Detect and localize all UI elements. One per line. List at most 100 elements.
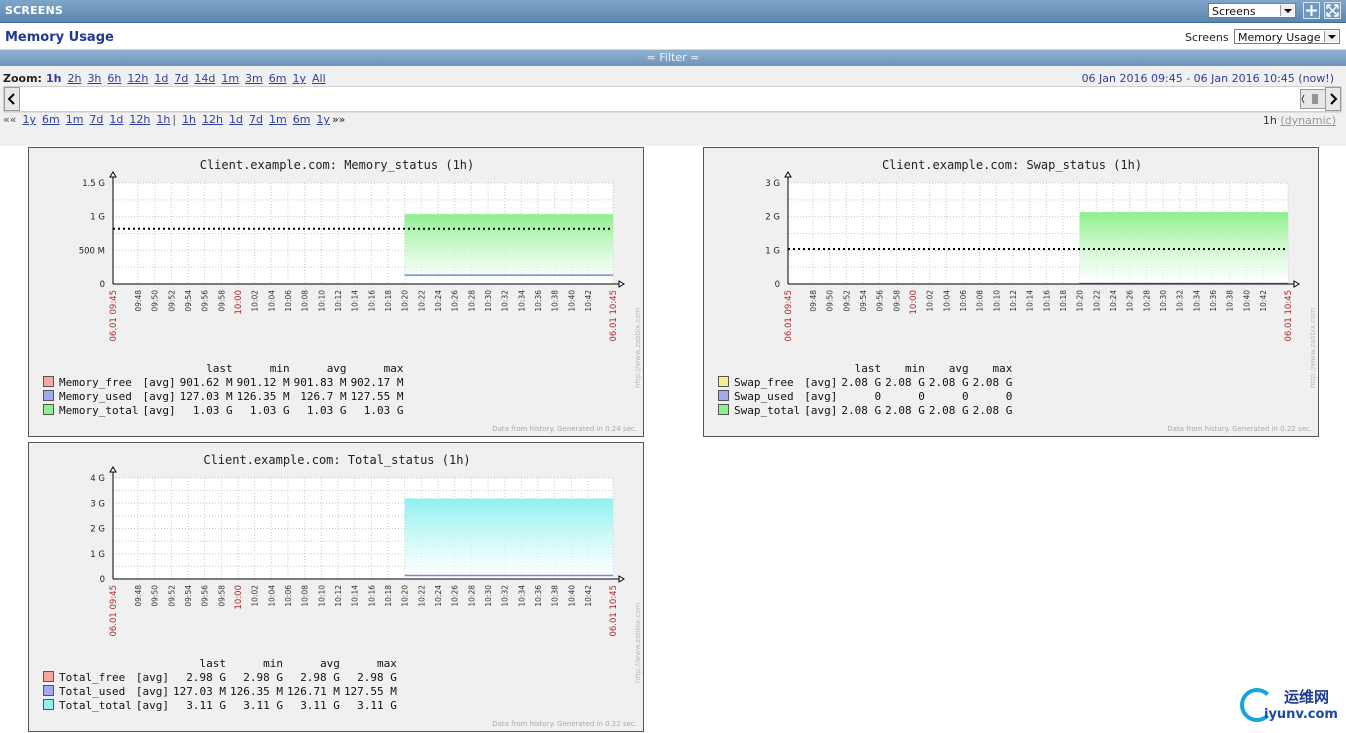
legend-last: 0: [874, 389, 882, 403]
x-tick-label: 10:20: [401, 290, 410, 312]
legend-last: 3.11 G: [186, 698, 226, 712]
y-tick-label: 500 M: [79, 246, 105, 256]
zoom-1y[interactable]: 1y: [292, 72, 306, 85]
legend-row: Total_free [avg] 2.98 G 2.98 G 2.98 G 2.98 G: [41, 670, 399, 684]
legend-max: 0: [1005, 389, 1013, 403]
zoom-2h[interactable]: 2h: [67, 72, 81, 85]
nav-back-6m[interactable]: 6m: [42, 113, 60, 126]
nav-back-1m[interactable]: 1m: [66, 113, 84, 126]
legend-avg: 126.7 M: [300, 389, 347, 403]
x-tick-label: 10:34: [517, 585, 526, 607]
swap-status-graph[interactable]: 0 1 G 2 G 3 G 06.01 09:45 09:48 09:50 09:52 09:5…: [703, 147, 1319, 437]
zoom-1d[interactable]: 1d: [154, 72, 168, 85]
zoom-current: 1h: [45, 72, 62, 85]
zoom-6h[interactable]: 6h: [107, 72, 121, 85]
x-tick-label: 10:18: [1059, 290, 1068, 312]
zoom-7d[interactable]: 7d: [174, 72, 188, 85]
x-tick-label: 09:58: [892, 290, 901, 312]
screen-select[interactable]: Memory Usage: [1234, 29, 1340, 44]
nav-fwd-1h[interactable]: 1h: [182, 113, 196, 126]
legend-min: 126.35 M: [236, 389, 290, 403]
legend-func: [avg]: [804, 403, 838, 417]
x-tick-label: 10:22: [417, 290, 426, 312]
zoom-1m[interactable]: 1m: [221, 72, 239, 85]
nav-back-1d[interactable]: 1d: [109, 113, 123, 126]
scroll-left-button[interactable]: [4, 87, 20, 111]
zoom-3h[interactable]: 3h: [87, 72, 101, 85]
legend-header-max: max: [377, 657, 397, 670]
legend-avg: 0: [961, 389, 969, 403]
memory-status-graph[interactable]: 0 500 M 1 G 1.5 G 06.01 09:45 09:48 09:50 09:52…: [28, 147, 644, 437]
legend-name: Swap_total: [734, 403, 801, 417]
nav-back-7d[interactable]: 7d: [89, 113, 103, 126]
nav-fwd-1m[interactable]: 1m: [269, 113, 287, 126]
x-tick-label: 10:02: [251, 585, 260, 607]
x-tick-label: 10:06: [284, 290, 293, 312]
x-tick-label: 10:02: [251, 290, 260, 312]
x-tick-label: 09:50: [151, 585, 160, 607]
zoom-all[interactable]: All: [312, 72, 326, 85]
nav-fwd-7d[interactable]: 7d: [249, 113, 263, 126]
fullscreen-button[interactable]: [1324, 2, 1341, 19]
x-tick-label: 06.01 09:45: [109, 290, 119, 342]
x-tick-label: 10:26: [1126, 290, 1135, 312]
y-tick-label: 2 G: [765, 213, 780, 223]
x-tick-label: 10:06: [959, 290, 968, 312]
series-area-total: [404, 498, 613, 579]
legend-min: 126.35 M: [229, 684, 283, 698]
legend-name: Total_used: [59, 684, 126, 698]
nav-back-1y[interactable]: 1y: [22, 113, 36, 126]
x-tick-label: 10:06: [284, 585, 293, 607]
y-axis-arrow: [109, 171, 117, 178]
legend-swatch: [718, 389, 729, 401]
x-tick-label: 10:32: [1176, 290, 1185, 312]
graph-title: Client.example.com: Memory_status (1h): [199, 158, 475, 172]
nav-fwd-1y[interactable]: 1y: [316, 113, 330, 126]
x-tick-label: 10:16: [367, 290, 376, 312]
total-status-graph[interactable]: 0 1 G 2 G 3 G 4 G 06.01 09:45 09:48 09:50 09:52 0…: [28, 442, 644, 732]
time-scrollbar[interactable]: [3, 86, 1342, 112]
zoom-3m[interactable]: 3m: [245, 72, 263, 85]
legend-header-avg: avg: [948, 362, 969, 375]
nav-back-1h[interactable]: 1h: [156, 113, 170, 126]
x-tick-label: 09:54: [859, 290, 868, 312]
nav-fwd-6m[interactable]: 6m: [293, 113, 311, 126]
screens-type-select[interactable]: Screens: [1208, 3, 1296, 18]
graph-legend: last min avg max Swap_free [avg] 2.08 G 2.08 G…: [716, 362, 1014, 417]
legend-avg: 2.98 G: [300, 670, 340, 684]
nav-fwd-1d[interactable]: 1d: [229, 113, 243, 126]
x-tick-label: 10:26: [451, 290, 460, 312]
zoom-14d[interactable]: 14d: [194, 72, 215, 85]
x-tick-label: 06.01 10:45: [609, 290, 619, 342]
zoom-6m[interactable]: 6m: [269, 72, 287, 85]
x-tick-label: 10:42: [584, 585, 593, 607]
zoom-row: Zoom: 1h 2h 3h 6h 12h 1d 7d 14d 1m 3m 6m 1y All 06 Ja…: [3, 72, 1342, 86]
x-tick-label: 10:02: [926, 290, 935, 312]
x-tick-label: 10:08: [301, 290, 310, 312]
x-tick-label: 10:34: [517, 290, 526, 312]
x-tick-label: 10:04: [267, 290, 276, 312]
add-to-favourites-button[interactable]: [1303, 2, 1320, 19]
x-tick-label: 10:18: [384, 290, 393, 312]
x-tick-label: 09:52: [167, 585, 176, 607]
y-tick-label: 0: [100, 575, 105, 585]
x-axis-arrow: [618, 280, 625, 288]
screens-label: Screens: [1185, 31, 1229, 44]
x-tick-label: 09:50: [826, 290, 835, 312]
screen-select-value: Memory Usage: [1238, 31, 1321, 44]
legend-max: 3.11 G: [357, 698, 397, 712]
x-tick-label: 09:54: [184, 585, 193, 607]
zoom-label: Zoom:: [3, 72, 42, 85]
scroll-right-button[interactable]: [1325, 87, 1341, 111]
zoom-12h[interactable]: 12h: [127, 72, 148, 85]
nav-back-12h[interactable]: 12h: [129, 113, 150, 126]
legend-row: Swap_free [avg] 2.08 G 2.08 G 2.08 G 2.08 G: [716, 375, 1014, 389]
filter-toggle[interactable]: ≈ Filter ≈: [0, 50, 1346, 66]
legend-row: Swap_total [avg] 2.08 G 2.08 G 2.08 G 2.08 G: [716, 403, 1014, 417]
x-tick-label: 06.01 09:45: [109, 585, 119, 637]
dynamic-toggle[interactable]: (dynamic): [1280, 114, 1336, 127]
nav-fwd-12h[interactable]: 12h: [202, 113, 223, 126]
x-tick-label: 10:04: [942, 290, 951, 312]
legend-avg: 126.71 M: [286, 684, 340, 698]
graph-footer: Data from history. Generated in 0.24 sec…: [492, 425, 637, 433]
